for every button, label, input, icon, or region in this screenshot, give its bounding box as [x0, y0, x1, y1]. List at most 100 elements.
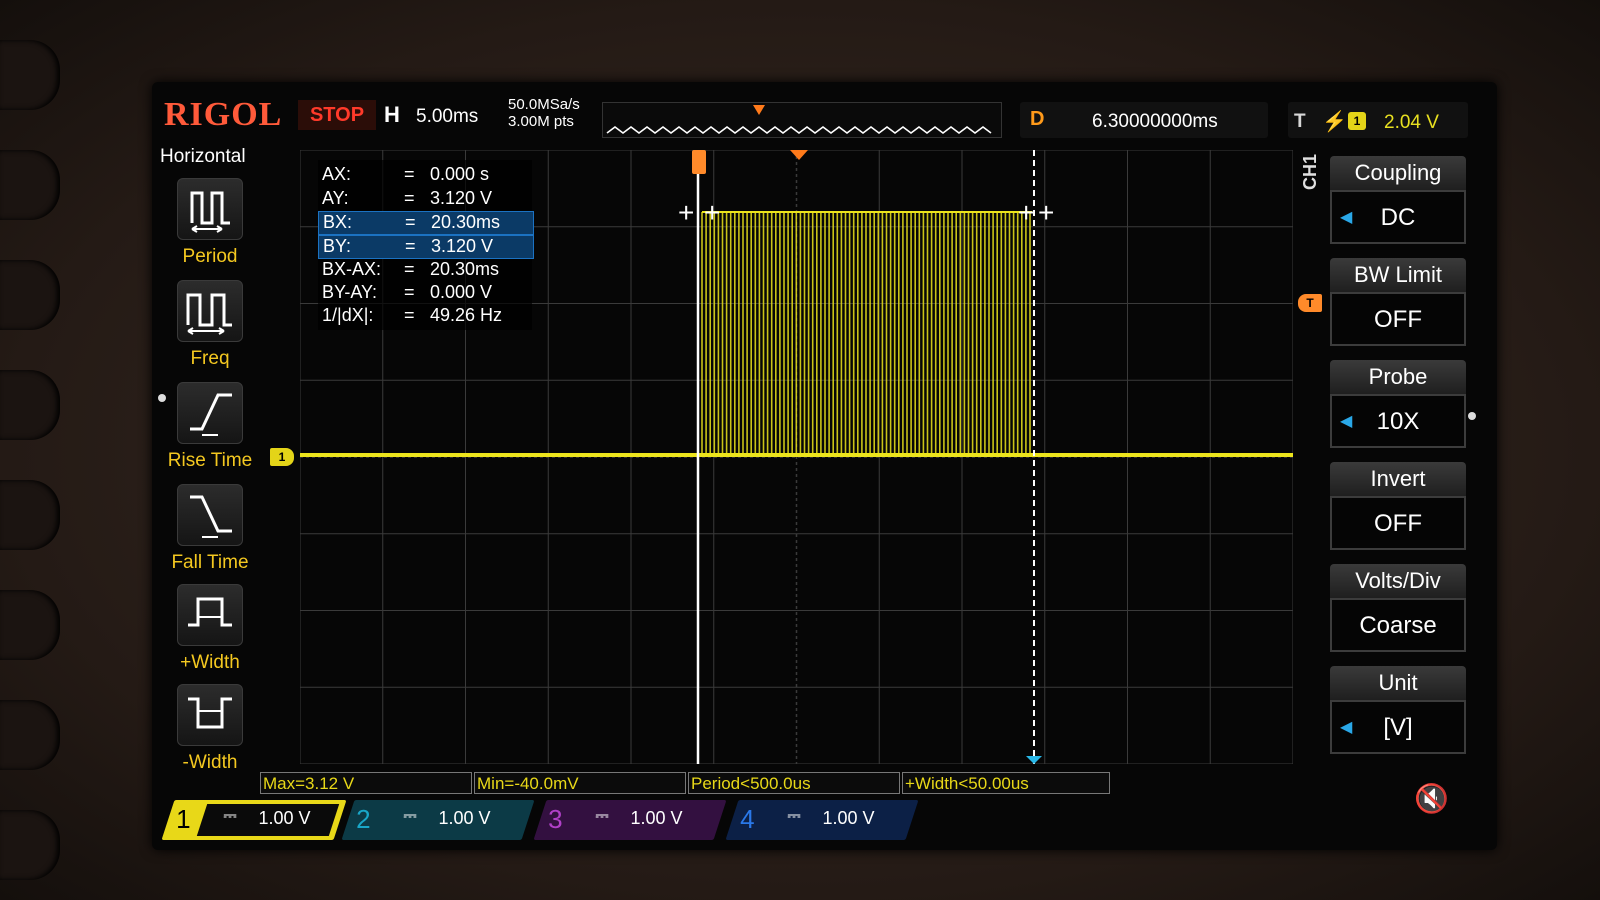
volts-div-value: Coarse — [1359, 612, 1437, 639]
menu-button-title: Volts/Div — [1330, 564, 1466, 598]
run-stop-status[interactable]: STOP — [298, 100, 376, 130]
bezel-softkey[interactable] — [0, 810, 60, 880]
menu-button-title: Coupling — [1330, 156, 1466, 190]
sample-rate: 50.0MSa/s — [508, 96, 580, 113]
menu-page-indicator — [158, 394, 166, 402]
measurement-min[interactable]: Min=-40.0mV — [474, 772, 686, 794]
menu-button-value: Coarse — [1330, 598, 1466, 652]
volts-div-menu-button[interactable]: Volts/Div Coarse — [1330, 564, 1466, 652]
channel1-ground-marker[interactable]: 1 — [270, 448, 294, 466]
coupling-value: DC — [1380, 204, 1416, 231]
measurement-period[interactable]: Period<500.0us — [688, 772, 900, 794]
measure-label: +Width — [180, 652, 240, 673]
measure-label: -Width — [182, 752, 238, 773]
cursor-a-crosshair-icon: + — [678, 197, 694, 228]
channel3-scale: 1.00 V — [630, 808, 683, 828]
cursor-row-delta-y: BY-AY: = 0.000 V — [322, 282, 493, 302]
measurement-positive-width[interactable]: +Width<50.00us — [902, 772, 1110, 794]
channel4-status[interactable]: 4 ⎓ 1.00 V — [725, 800, 919, 840]
bw-limit-value: OFF — [1374, 306, 1422, 333]
bezel-softkey[interactable] — [0, 480, 60, 550]
unit-menu-button[interactable]: Unit ◀ [V] — [1330, 666, 1466, 754]
menu-button-value: OFF — [1330, 292, 1466, 346]
frequency-icon — [177, 280, 243, 342]
menu-button-value: ◀ DC — [1330, 190, 1466, 244]
trigger-level-value[interactable]: 2.04 V — [1384, 112, 1439, 134]
bw-limit-menu-button[interactable]: BW Limit OFF — [1330, 258, 1466, 346]
delay-value[interactable]: 6.30000000ms — [1092, 111, 1218, 133]
cursor-row-inverse-dx: 1/|dX|: = 49.26 Hz — [322, 305, 503, 325]
timebase-value[interactable]: 5.00ms — [416, 106, 478, 128]
bezel-softkey[interactable] — [0, 260, 60, 330]
cursor-b-crosshair-icon: + — [1018, 197, 1034, 228]
channel1-pulse-train — [701, 211, 1032, 455]
memory-waveform-icon — [606, 105, 992, 134]
dc-coupling-icon: ⎓ — [787, 806, 801, 825]
cursor-row-bx[interactable]: BX: = 20.30ms — [318, 211, 534, 235]
measure-positive-width-button[interactable]: +Width — [160, 584, 260, 674]
coupling-menu-button[interactable]: Coupling ◀ DC — [1330, 156, 1466, 244]
bezel-softkey[interactable] — [0, 40, 60, 110]
dc-coupling-icon: ⎓ — [403, 806, 417, 825]
dc-coupling-icon: ⎓ — [223, 806, 237, 825]
select-arrow-icon: ◀ — [1340, 719, 1353, 736]
measure-label: Period — [182, 246, 238, 267]
measure-fall-time-button[interactable]: Fall Time — [160, 484, 260, 574]
timebase-label: H — [384, 102, 400, 127]
channel2-scale: 1.00 V — [438, 808, 491, 828]
delay-label: D — [1030, 108, 1045, 130]
negative-width-icon — [177, 684, 243, 746]
period-icon — [177, 178, 243, 240]
invert-value: OFF — [1374, 510, 1422, 537]
measure-negative-width-button[interactable]: -Width — [160, 684, 260, 774]
menu-title: Horizontal — [160, 146, 246, 167]
channel1-status[interactable]: 1 ⎓ 1.00 V — [161, 800, 347, 840]
measure-frequency-button[interactable]: Freq — [160, 280, 260, 370]
memory-overview-bar — [602, 102, 1002, 138]
menu-button-title: BW Limit — [1330, 258, 1466, 292]
cursor-row-delta-x: BX-AX: = 20.30ms — [322, 259, 500, 279]
cursor-readout-panel: AX: = 0.000 s AY: = 3.120 V BX: = 20.30ms BY: =… — [318, 160, 534, 330]
dc-coupling-icon: ⎓ — [595, 806, 609, 825]
trigger-source-badge: 1 — [1348, 112, 1366, 130]
channel2-status[interactable]: 2 ⎓ 1.00 V — [341, 800, 535, 840]
cursor-a-crosshair-icon: + — [704, 197, 720, 228]
trigger-box — [1288, 102, 1468, 138]
bezel-softkey[interactable] — [0, 700, 60, 770]
measure-rise-time-button[interactable]: Rise Time — [160, 382, 260, 472]
menu-button-title: Unit — [1330, 666, 1466, 700]
bezel-softkey[interactable] — [0, 590, 60, 660]
trigger-edge-icon: ⚡ — [1322, 111, 1347, 133]
select-arrow-icon: ◀ — [1340, 209, 1353, 226]
measure-period-button[interactable]: Period — [160, 178, 260, 268]
measure-label: Rise Time — [167, 450, 253, 471]
measure-label: Freq — [190, 348, 230, 369]
measurement-max[interactable]: Max=3.12 V — [260, 772, 472, 794]
rise-time-icon — [177, 382, 243, 444]
menu-page-indicator — [1468, 412, 1476, 420]
menu-button-title: Probe — [1330, 360, 1466, 394]
positive-width-icon — [177, 584, 243, 646]
probe-value: 10X — [1376, 408, 1420, 435]
trigger-label: T — [1294, 111, 1306, 132]
probe-menu-button[interactable]: Probe ◀ 10X — [1330, 360, 1466, 448]
brand-logo: RIGOL — [164, 96, 283, 133]
channel3-status[interactable]: 3 ⎓ 1.00 V — [533, 800, 727, 840]
cursor-row-ax: AX: = 0.000 s — [322, 164, 490, 184]
bezel-softkey[interactable] — [0, 370, 60, 440]
invert-menu-button[interactable]: Invert OFF — [1330, 462, 1466, 550]
cursor-row-ay: AY: = 3.120 V — [322, 188, 493, 208]
trigger-position-marker[interactable] — [790, 150, 808, 160]
trigger-level-marker[interactable]: T — [1298, 294, 1322, 312]
cursor-a-top-marker[interactable] — [692, 150, 706, 174]
channel1-scale: 1.00 V — [258, 808, 311, 828]
speaker-mute-icon[interactable]: 🔇 — [1414, 782, 1449, 815]
select-arrow-icon: ◀ — [1340, 413, 1353, 430]
cursor-row-by[interactable]: BY: = 3.120 V — [318, 235, 534, 259]
acquisition-info: 50.0MSa/s 3.00M pts — [508, 96, 580, 130]
bezel-softkey[interactable] — [0, 150, 60, 220]
oscilloscope-screen: RIGOL STOP H 5.00ms 50.0MSa/s 3.00M pts … — [152, 82, 1497, 850]
menu-button-title: Invert — [1330, 462, 1466, 496]
cursor-b-crosshair-icon: + — [1038, 197, 1054, 228]
menu-button-value: OFF — [1330, 496, 1466, 550]
